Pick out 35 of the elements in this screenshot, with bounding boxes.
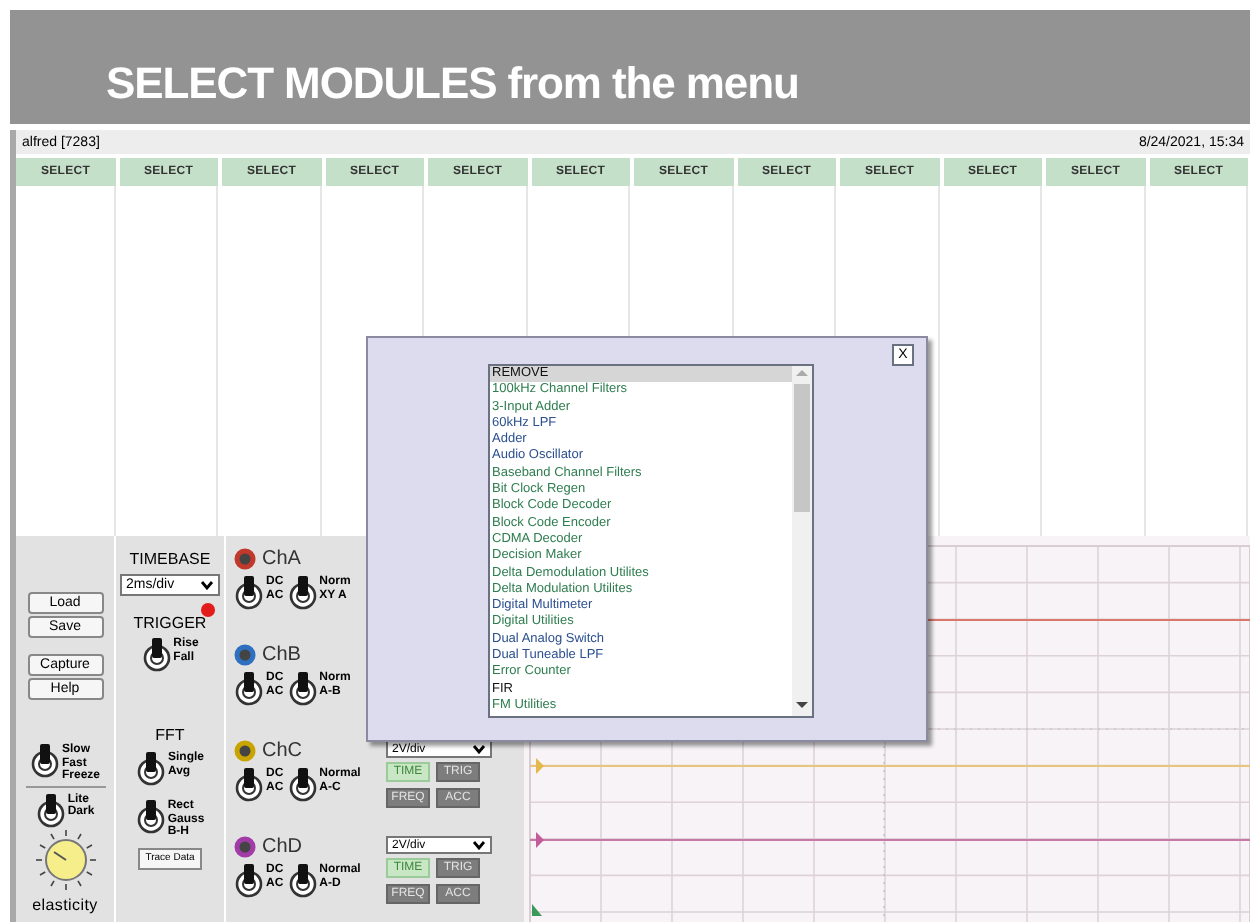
indicator-led (200, 602, 216, 618)
scroll-down-icon[interactable] (796, 702, 808, 708)
scrollbar[interactable] (792, 366, 812, 716)
section-label: TIMEBASE (129, 552, 211, 568)
channel-indicator (234, 836, 256, 858)
section-label: FFT (155, 728, 185, 744)
chevron-icon (472, 744, 486, 754)
channel-indicator (234, 740, 256, 762)
toggle-switch[interactable] (135, 798, 166, 834)
section-label: TRIGGER (133, 616, 207, 632)
toggle-switch[interactable] (234, 862, 264, 898)
channel-label: ChD (262, 837, 303, 857)
knob-label: elasticity (32, 893, 98, 917)
toggle-switch[interactable] (234, 766, 264, 802)
knob[interactable] (33, 827, 97, 891)
toggle-switch[interactable] (35, 791, 66, 827)
banner-title: SELECT MODULES from the menu (106, 62, 799, 106)
toggle-switch[interactable] (287, 670, 318, 706)
toggle-switch[interactable] (287, 766, 318, 802)
toggle-switch[interactable] (135, 750, 166, 786)
channel-label: ChA (262, 549, 301, 569)
scroll-thumb[interactable] (794, 384, 810, 512)
channel-indicator (234, 548, 256, 570)
toggle-switch[interactable] (234, 670, 264, 706)
toggle-switch[interactable] (141, 636, 172, 672)
chevron-icon (472, 840, 486, 850)
chevron-icon (200, 580, 214, 590)
toggle-switch[interactable] (29, 742, 60, 778)
channel-label: ChB (262, 645, 301, 665)
channel-label: ChC (262, 741, 303, 761)
toggle-switch[interactable] (287, 574, 318, 610)
channel-indicator (234, 644, 256, 666)
toggle-switch[interactable] (287, 862, 318, 898)
module-listbox[interactable] (488, 364, 814, 718)
toggle-switch[interactable] (234, 574, 264, 610)
